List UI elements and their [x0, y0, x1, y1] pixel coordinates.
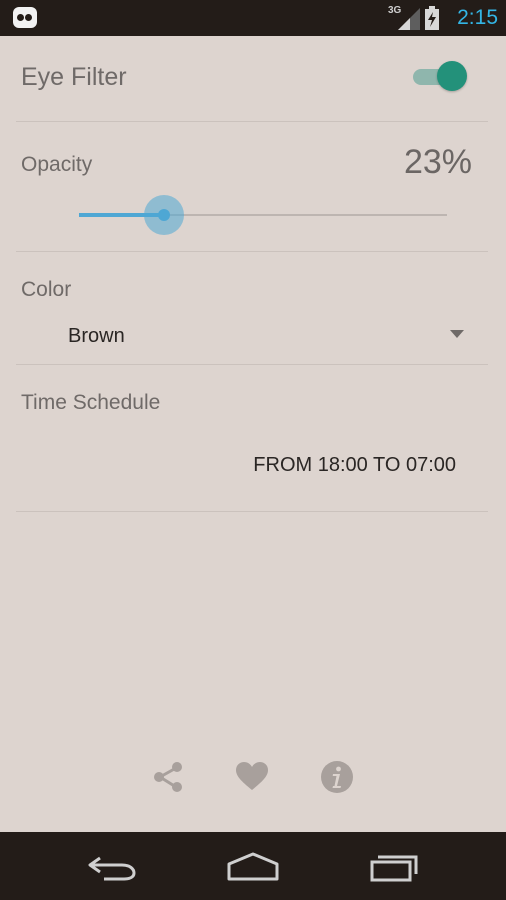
- recent-apps-icon[interactable]: [364, 850, 424, 882]
- info-icon[interactable]: [320, 760, 354, 794]
- status-clock: 2:15: [457, 6, 498, 29]
- divider: [16, 121, 488, 122]
- battery-charging-icon: [425, 6, 439, 30]
- color-label: Color: [21, 278, 72, 301]
- eye-filter-title: Eye Filter: [21, 63, 127, 91]
- opacity-slider[interactable]: [79, 195, 447, 235]
- opacity-value: 23%: [403, 143, 472, 181]
- divider: [16, 511, 488, 512]
- slider-thumb[interactable]: [158, 209, 170, 221]
- back-icon[interactable]: [82, 850, 142, 882]
- divider: [16, 251, 488, 252]
- color-dropdown[interactable]: Brown: [52, 314, 472, 358]
- opacity-label: Opacity: [21, 153, 93, 176]
- dropdown-arrow-icon: [450, 330, 464, 338]
- toggle-thumb: [437, 61, 467, 91]
- eye-filter-toggle[interactable]: [413, 61, 467, 91]
- time-schedule-value[interactable]: FROM 18:00 TO 07:00: [253, 452, 456, 478]
- signal-icon: [398, 8, 420, 30]
- heart-icon[interactable]: [235, 760, 269, 794]
- color-selected-value: Brown: [68, 325, 125, 347]
- status-bar: 3G 2:15: [0, 0, 506, 36]
- action-bar: [0, 756, 506, 798]
- navigation-bar: [0, 832, 506, 900]
- share-icon[interactable]: [151, 760, 185, 794]
- home-icon[interactable]: [223, 850, 283, 882]
- time-schedule-label: Time Schedule: [21, 391, 161, 414]
- app-notification-icon: [13, 7, 37, 28]
- divider: [16, 364, 488, 365]
